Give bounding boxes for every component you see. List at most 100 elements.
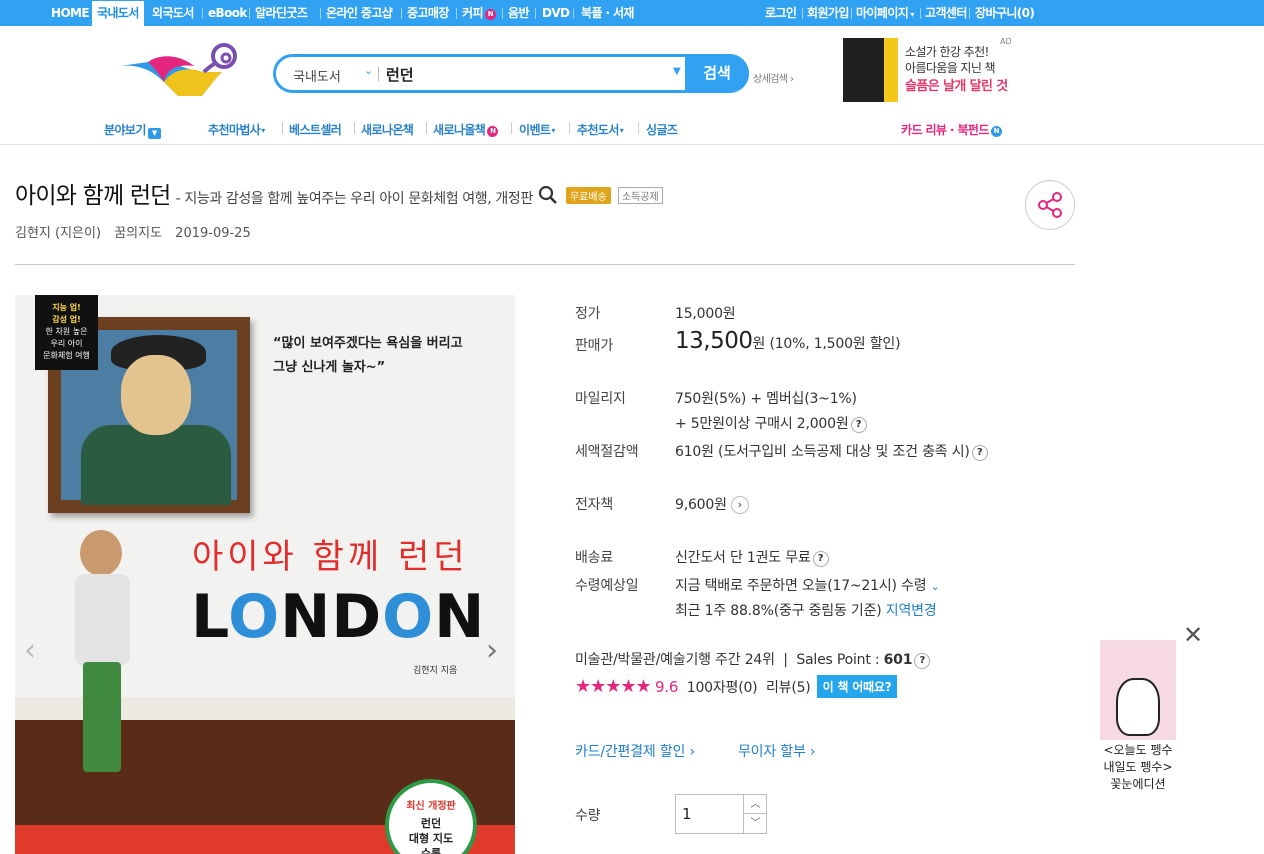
eta-stat: 최근 1주 88.8%(중구 중림동 기준) — [675, 603, 882, 619]
weekly-rank[interactable]: 미술관/박물관/예술기행 주간 24위 — [575, 652, 775, 668]
nav-music[interactable]: 음반 — [508, 0, 529, 26]
help-icon[interactable]: ? — [812, 551, 829, 567]
child-body — [75, 574, 130, 666]
gnb-separator — [638, 122, 639, 134]
cover-quote-line: 그냥 신나게 놀자~ — [273, 360, 377, 375]
caret-down-icon: ▾ — [908, 10, 914, 19]
cover-letter: L — [191, 582, 229, 652]
header-ad-banner[interactable]: 소설가 한강 추천! 아름다움을 지닌 책 슬픔은 날개 달린 것 AD — [843, 37, 1013, 102]
chevron-up-icon[interactable]: ︿ — [743, 795, 767, 814]
quantity-value[interactable]: 1 — [682, 805, 692, 823]
ebook-price[interactable]: 9,600원 — [675, 497, 727, 513]
search-input[interactable] — [386, 62, 656, 86]
chevron-left-icon[interactable]: ‹ — [24, 633, 36, 668]
list-price-label: 정가 — [575, 306, 601, 322]
aladin-lamp-logo[interactable] — [118, 42, 240, 98]
installment-link[interactable]: 무이자 할부 › — [738, 741, 816, 761]
nav-foreign[interactable]: 외국도서 — [152, 0, 194, 26]
sale-price-label: 판매가 — [575, 338, 614, 354]
nav-customer-center[interactable]: 고객센터 — [925, 0, 967, 26]
top-nav-bar: HOME 국내도서 외국도서 eBook 알라딘굿즈 온라인 중고샵 중고매장 … — [0, 0, 1264, 26]
nav-join[interactable]: 회원가입 — [807, 0, 849, 26]
help-icon[interactable]: ? — [914, 653, 931, 669]
gnb-singles[interactable]: 싱글즈 — [646, 121, 678, 138]
caption-line: <오늘도 펭수 — [1103, 743, 1173, 757]
nav-used-store[interactable]: 중고매장 — [407, 0, 449, 26]
ad-tag: AD — [1000, 37, 1012, 46]
search-category-select[interactable]: 국내도서 — [293, 66, 341, 85]
gnb-card-review-bookfund[interactable]: 카드 리뷰 · 북펀드 N — [901, 121, 1002, 138]
seal-line: 수록 — [420, 847, 442, 854]
nav-used-online[interactable]: 온라인 중고샵 — [326, 0, 393, 26]
floating-ad-image[interactable] — [1100, 640, 1176, 740]
book-cover-image[interactable]: 지능 업! 감성 업! 한 차원 높은 우리 아이 문화체험 여행 “많이 보여… — [15, 295, 515, 854]
search-icon[interactable] — [538, 185, 558, 204]
share-button[interactable] — [1025, 180, 1075, 230]
seal-line: 런던 — [420, 817, 442, 830]
caret-down-icon: ▾ — [261, 126, 265, 135]
short-reviews-link[interactable]: 100자평(0) — [687, 680, 758, 696]
nav-cart[interactable]: 장바구니(0) — [975, 0, 1035, 26]
installment-label: 무이자 할부 — [738, 744, 806, 760]
free-shipping-badge: 무료배송 — [565, 187, 611, 204]
gnb-separator — [426, 122, 427, 134]
gnb-recommended[interactable]: 추천도서▾ — [577, 121, 624, 138]
nav-coffee[interactable]: 커피 N — [462, 0, 496, 26]
list-price: 15,000원 — [675, 306, 736, 322]
nav-login[interactable]: 로그인 — [765, 0, 797, 26]
gnb-upcoming-books[interactable]: 새로나올책 N — [433, 121, 499, 138]
gnb-events[interactable]: 이벤트▾ — [519, 121, 555, 138]
gnb-bestseller[interactable]: 베스트셀러 — [289, 121, 342, 138]
cover-korean-title: 아이와 함께 런던 — [192, 537, 469, 577]
penguin-illustration — [1116, 678, 1160, 736]
nav-separator — [502, 8, 503, 19]
gnb-label: 추천도서 — [577, 123, 619, 137]
reviews-link[interactable]: 리뷰(5) — [766, 680, 811, 696]
publisher-link[interactable]: 꿈의지도 — [114, 226, 162, 241]
nav-ebook[interactable]: eBook — [208, 0, 247, 26]
quantity-stepper[interactable]: 1 ︿ ﹀ — [675, 794, 767, 834]
sales-point: 601 — [883, 652, 913, 668]
chevron-down-icon[interactable]: ⌄ — [931, 580, 940, 593]
ebook-label: 전자책 — [575, 497, 614, 513]
caption-line: 꽃눈에디션 — [1110, 777, 1166, 791]
ebook-row: 9,600원 › — [675, 494, 749, 514]
floating-ad-caption[interactable]: <오늘도 펭수 내일도 펭수> 꽃눈에디션 — [1096, 742, 1180, 793]
help-icon[interactable]: ? — [971, 445, 988, 461]
card-discount-link[interactable]: 카드/간편결제 할인 › — [575, 741, 695, 761]
ad-book-image — [843, 38, 898, 102]
gnb-separator — [282, 122, 283, 134]
seal-line: 대형 지도 — [408, 832, 454, 845]
nav-coffee-label: 커피 — [462, 6, 483, 20]
painting-coat — [81, 425, 231, 505]
nav-home[interactable]: HOME — [51, 0, 90, 26]
change-region-link[interactable]: 지역변경 — [886, 603, 937, 619]
author-link[interactable]: 김현지 (지은이) — [15, 226, 101, 241]
cover-letter: N — [434, 582, 486, 652]
chevron-right-icon[interactable]: › — [730, 496, 749, 514]
nav-domestic[interactable]: 국내도서 — [92, 1, 144, 26]
tax-saving-label: 세액절감액 — [575, 444, 639, 460]
chevron-down-icon[interactable]: ⌄ — [364, 64, 373, 77]
advanced-search-link[interactable]: 상세검색 › — [753, 70, 794, 85]
sale-price-row: 13,500원 (10%, 1,500원 할인) — [675, 328, 901, 354]
nav-dvd[interactable]: DVD — [542, 0, 570, 26]
nav-mypage[interactable]: 마이페이지 ▾ — [856, 0, 914, 26]
nav-bookple[interactable]: 북플 · 서재 — [581, 0, 634, 26]
close-icon[interactable]: ✕ — [1183, 621, 1203, 649]
nav-goods[interactable]: 알라딘굿즈 — [255, 0, 308, 26]
gnb-browse[interactable]: 분야보기 ▼ — [104, 121, 161, 139]
dropdown-arrow-icon[interactable]: ▼ — [673, 66, 681, 77]
gnb-new-books[interactable]: 새로나온책 — [361, 121, 414, 138]
search-button[interactable]: 검색 — [685, 54, 749, 93]
gnb-recommend-magic[interactable]: 추천마법사▾ — [208, 121, 265, 138]
cover-quote: “많이 보여주겠다는 욕심을 버리고 그냥 신나게 놀자~” — [273, 336, 463, 375]
eta-row[interactable]: 지금 택배로 주문하면 오늘(17~21시) 수령 ⌄ — [675, 575, 940, 595]
product-subtitle: - 지능과 감성을 함께 높여주는 우리 아이 문화체험 여행, 개정판 — [175, 191, 534, 207]
shipping-label: 배송료 — [575, 550, 614, 566]
rating-stars: ★★★★★ — [575, 676, 652, 697]
chevron-right-icon[interactable]: › — [486, 633, 498, 668]
chevron-down-icon[interactable]: ﹀ — [743, 814, 767, 833]
help-icon[interactable]: ? — [850, 417, 867, 433]
how-about-book-button[interactable]: 이 책 어때요? — [816, 675, 898, 698]
